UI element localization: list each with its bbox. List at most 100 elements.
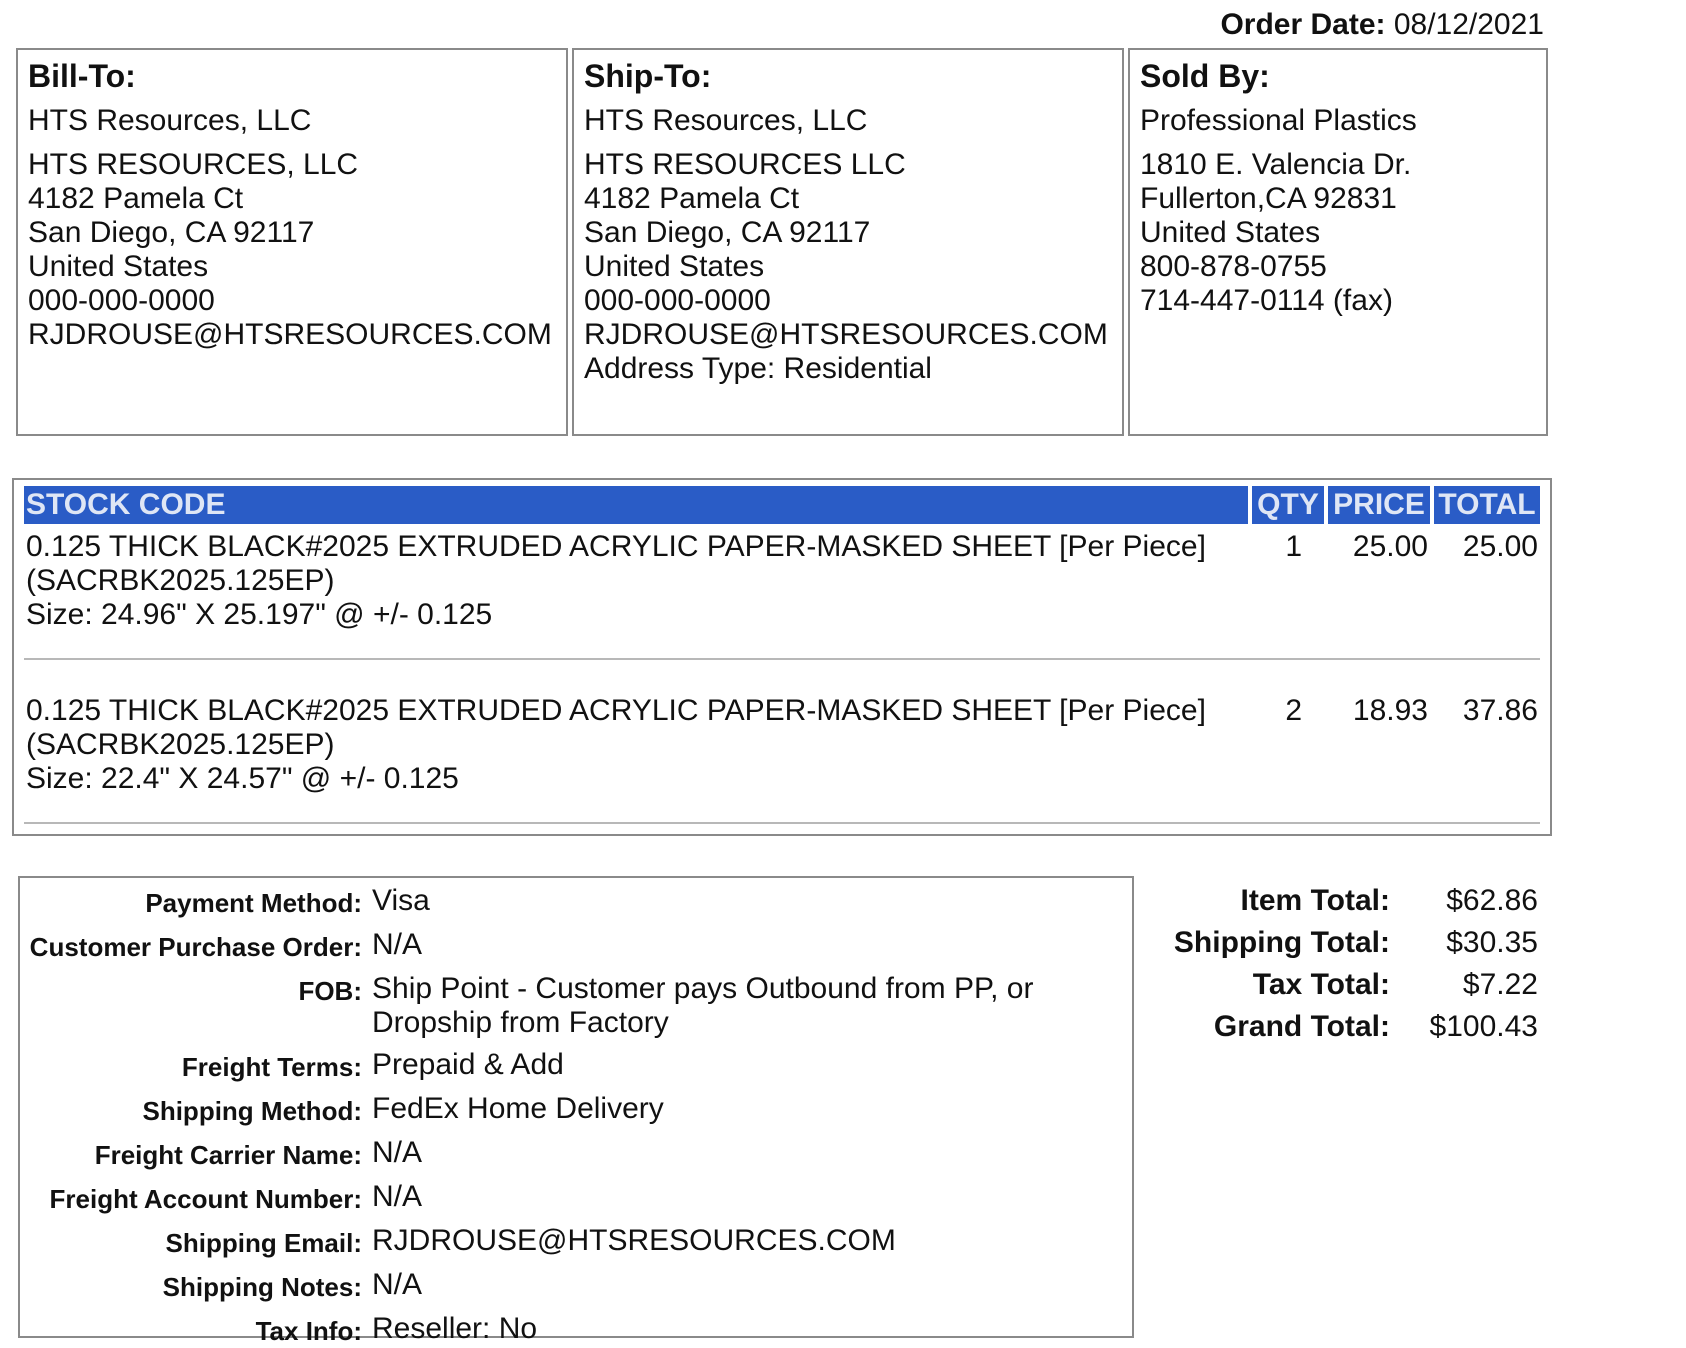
ship-to-line: United States [584,250,765,283]
ship-to-phone: 000-000-0000 [584,284,771,317]
order-date: Order Date: 08/12/2021 [1220,8,1544,42]
order-totals: Item Total: $62.86 Shipping Total: $30.3… [1150,884,1542,1052]
grand-total-row: Grand Total: $100.43 [1150,1010,1542,1044]
order-date-label: Order Date: [1220,8,1386,41]
total-value: $7.22 [1462,968,1538,1001]
detail-label: Customer Purchase Order: [29,932,362,962]
detail-row-shipping-method: Shipping Method: FedEx Home Delivery [20,1092,1132,1128]
detail-value: N/A [372,1136,423,1169]
item-total: 37.86 [1462,694,1538,727]
order-items-box: STOCK CODE QTY PRICE TOTAL 0.125 THICK B… [12,478,1552,836]
detail-value: N/A [372,928,423,961]
item-code: (SACRBK2025.125EP) [26,728,335,761]
item-description-cell: 0.125 THICK BLACK#2025 EXTRUDED ACRYLIC … [24,524,1248,632]
bill-to-line: 4182 Pamela Ct [28,182,244,215]
sold-by-line: Fullerton,CA 92831 [1140,182,1397,215]
total-value: $30.35 [1446,926,1538,959]
table-row: 0.125 THICK BLACK#2025 EXTRUDED ACRYLIC … [24,524,1540,632]
ship-to-line: San Diego, CA 92117 [584,216,871,249]
bill-to-phone: 000-000-0000 [28,284,215,317]
sold-by-phone: 800-878-0755 [1140,250,1327,283]
detail-value: FedEx Home Delivery [372,1092,664,1125]
item-description-cell: 0.125 THICK BLACK#2025 EXTRUDED ACRYLIC … [24,694,1248,796]
bill-to-email: RJDROUSE@HTSRESOURCES.COM [28,318,552,351]
total-value: $100.43 [1429,1010,1538,1043]
detail-row-fob: FOB: Ship Point - Customer pays Outbound… [20,972,1132,1040]
bill-to-line: HTS RESOURCES, LLC [28,148,359,181]
ship-to-address-type: Address Type: Residential [584,352,932,385]
detail-row-tax-info: Tax Info: Reseller: No [20,1312,1132,1348]
detail-value: Visa [372,884,430,917]
item-price: 18.93 [1352,694,1428,727]
ship-to-heading: Ship-To: [584,58,712,94]
item-description: 0.125 THICK BLACK#2025 EXTRUDED ACRYLIC … [26,694,1206,727]
item-total: 25.00 [1462,530,1538,563]
detail-value: Reseller: No [372,1312,538,1345]
bill-to-box: Bill-To: HTS Resources, LLC HTS RESOURCE… [16,48,568,436]
row-divider [24,632,1540,694]
detail-value: N/A [372,1268,423,1301]
detail-row-shipping-notes: Shipping Notes: N/A [20,1268,1132,1304]
detail-row-freight-terms: Freight Terms: Prepaid & Add [20,1048,1132,1084]
bill-to-line: United States [28,250,209,283]
row-divider [24,796,1540,858]
detail-label: Tax Info: [255,1316,362,1346]
total-label: Shipping Total: [1173,926,1390,959]
order-items-table: STOCK CODE QTY PRICE TOTAL 0.125 THICK B… [20,486,1544,858]
total-value: $62.86 [1446,884,1538,917]
detail-value: RJDROUSE@HTSRESOURCES.COM [372,1224,896,1257]
table-row: 0.125 THICK BLACK#2025 EXTRUDED ACRYLIC … [24,694,1540,796]
item-size: Size: 24.96" X 25.197" @ +/- 0.125 [26,598,493,631]
header-price: PRICE [1328,486,1430,524]
shipping-total-row: Shipping Total: $30.35 [1150,926,1542,960]
tax-total-row: Tax Total: $7.22 [1150,968,1542,1002]
item-size: Size: 22.4" X 24.57" @ +/- 0.125 [26,762,459,795]
detail-label: Shipping Method: [142,1096,362,1126]
ship-to-line: HTS RESOURCES LLC [584,148,906,181]
detail-label: Freight Terms: [181,1052,362,1082]
header-stock-code: STOCK CODE [24,486,1248,524]
bill-to-line: San Diego, CA 92117 [28,216,315,249]
detail-value: Ship Point - Customer pays Outbound from… [372,972,1034,1039]
sold-by-company: Professional Plastics [1140,104,1417,137]
detail-label: Freight Account Number: [49,1184,362,1214]
divider-line [24,822,1540,824]
header-qty: QTY [1252,486,1324,524]
total-label: Item Total: [1240,884,1390,917]
item-code: (SACRBK2025.125EP) [26,564,335,597]
total-label: Tax Total: [1252,968,1390,1001]
bill-to-company: HTS Resources, LLC [28,104,312,137]
item-qty: 2 [1285,694,1302,727]
sold-by-fax: 714-447-0114 (fax) [1140,284,1393,317]
sold-by-line: 1810 E. Valencia Dr. [1140,148,1412,181]
detail-row-freight-account: Freight Account Number: N/A [20,1180,1132,1216]
detail-row-shipping-email: Shipping Email: RJDROUSE@HTSRESOURCES.CO… [20,1224,1132,1260]
item-price: 25.00 [1352,530,1428,563]
order-date-value: 08/12/2021 [1393,8,1544,41]
sold-by-box: Sold By: Professional Plastics 1810 E. V… [1128,48,1548,436]
detail-label: Payment Method: [145,888,362,918]
detail-label: Shipping Notes: [162,1272,362,1302]
detail-row-freight-carrier: Freight Carrier Name: N/A [20,1136,1132,1172]
total-label: Grand Total: [1213,1010,1390,1043]
ship-to-email: RJDROUSE@HTSRESOURCES.COM [584,318,1108,351]
bill-to-heading: Bill-To: [28,58,136,94]
sold-by-heading: Sold By: [1140,58,1270,94]
order-details-box: Payment Method: Visa Customer Purchase O… [18,876,1134,1346]
item-description: 0.125 THICK BLACK#2025 EXTRUDED ACRYLIC … [26,530,1206,563]
divider-line [24,658,1540,660]
item-total-row: Item Total: $62.86 [1150,884,1542,918]
sold-by-line: United States [1140,216,1321,249]
detail-value: Prepaid & Add [372,1048,564,1081]
item-qty: 1 [1285,530,1302,563]
detail-row-payment-method: Payment Method: Visa [20,884,1132,920]
detail-label: FOB: [298,976,362,1006]
detail-value: N/A [372,1180,423,1213]
header-total: TOTAL [1434,486,1540,524]
ship-to-line: 4182 Pamela Ct [584,182,800,215]
items-header-row: STOCK CODE QTY PRICE TOTAL [24,486,1540,524]
ship-to-company: HTS Resources, LLC [584,104,868,137]
detail-label: Shipping Email: [165,1228,362,1258]
detail-label: Freight Carrier Name: [94,1140,362,1170]
ship-to-box: Ship-To: HTS Resources, LLC HTS RESOURCE… [572,48,1124,436]
